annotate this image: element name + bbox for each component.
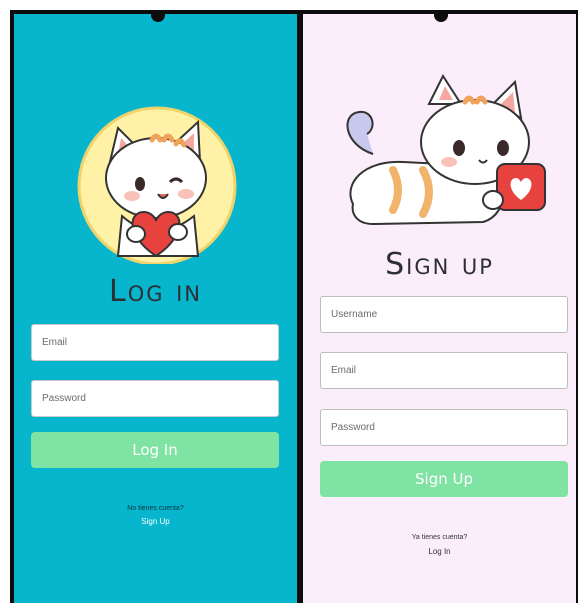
cat-holding-heart-icon xyxy=(77,106,237,264)
login-link[interactable]: Log In xyxy=(303,547,576,556)
front-camera xyxy=(434,14,448,22)
front-camera xyxy=(151,14,165,22)
cat-with-heart-card-icon xyxy=(346,74,546,226)
password-field[interactable] xyxy=(31,380,279,417)
login-screen: Log in Log In No tienes cuenta? Sign Up xyxy=(10,10,301,603)
login-button[interactable]: Log In xyxy=(31,432,279,468)
username-field[interactable] xyxy=(320,296,568,333)
page-title: Log in xyxy=(109,274,202,309)
page-title: Sign up xyxy=(385,247,494,282)
password-field[interactable] xyxy=(320,409,568,446)
no-account-prompt: No tienes cuenta? xyxy=(127,505,184,512)
signup-screen: Sign up Sign Up Ya tienes cuenta? Log In xyxy=(299,10,578,603)
email-field[interactable] xyxy=(320,352,568,389)
signup-button[interactable]: Sign Up xyxy=(320,461,568,497)
email-field[interactable] xyxy=(31,324,279,361)
have-account-prompt: Ya tienes cuenta? xyxy=(411,534,468,541)
signup-link[interactable]: Sign Up xyxy=(14,517,297,526)
